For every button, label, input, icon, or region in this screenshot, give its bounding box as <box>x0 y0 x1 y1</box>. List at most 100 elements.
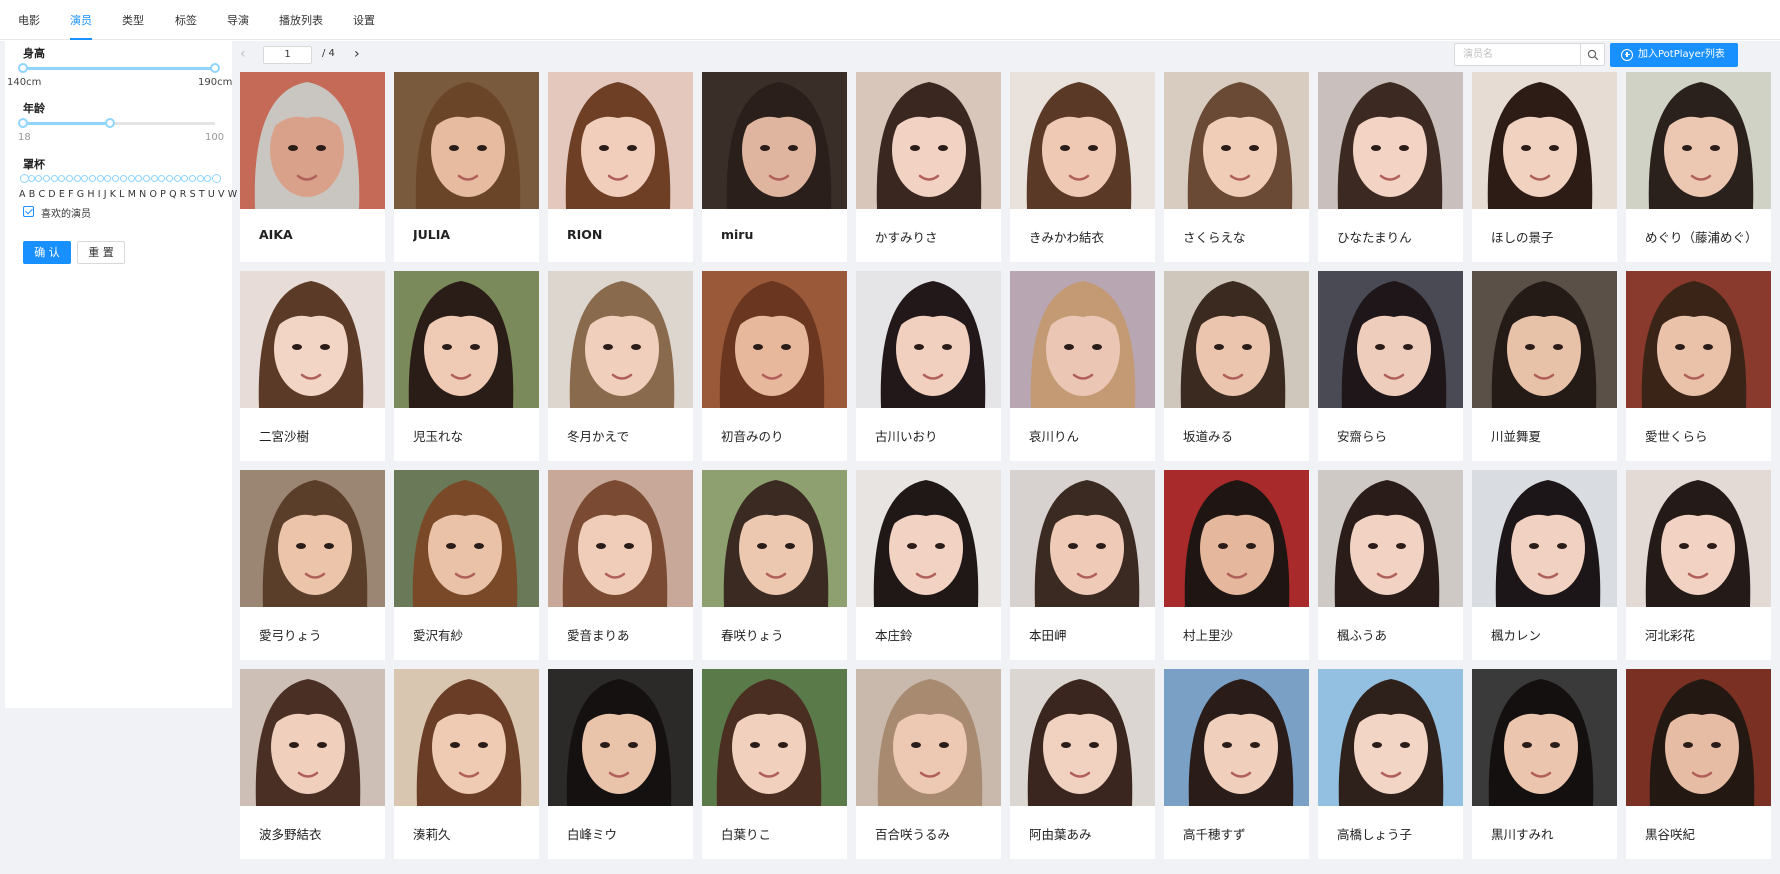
age-min-handle[interactable] <box>18 118 28 128</box>
actor-card[interactable]: 初音みのり <box>702 271 847 461</box>
actor-card[interactable]: ひなたまりん <box>1318 72 1463 262</box>
actor-card[interactable]: めぐり（藤浦めぐ） <box>1626 72 1771 262</box>
actor-card[interactable]: 楓ふうあ <box>1318 470 1463 660</box>
actor-card[interactable]: 児玉れな <box>394 271 539 461</box>
actor-search-input[interactable]: 演员名 <box>1454 43 1581 66</box>
actor-name: miru <box>721 227 754 242</box>
search-icon <box>1587 49 1599 61</box>
cup-dot[interactable] <box>104 175 112 182</box>
nav-tab[interactable]: 类型 <box>122 0 144 40</box>
actor-card[interactable]: 黒川すみれ <box>1472 669 1617 859</box>
actor-card[interactable]: 阿由葉あみ <box>1010 669 1155 859</box>
actor-card[interactable]: 古川いおり <box>856 271 1001 461</box>
actor-card[interactable]: 愛弓りょう <box>240 470 385 660</box>
actor-card[interactable]: AIKA <box>240 72 385 262</box>
actor-card[interactable]: さくらえな <box>1164 72 1309 262</box>
actor-name: 百合咲うるみ <box>875 827 951 842</box>
actor-photo <box>240 470 385 607</box>
nav-tab[interactable]: 演员 <box>70 0 92 40</box>
actor-card[interactable]: 安齋らら <box>1318 271 1463 461</box>
actor-card[interactable]: 白葉りこ <box>702 669 847 859</box>
cup-dot[interactable] <box>50 175 58 182</box>
cup-dot[interactable] <box>27 175 35 182</box>
actor-name: めぐり（藤浦めぐ） <box>1645 230 1758 245</box>
prev-page-icon[interactable]: ‹ <box>240 47 246 61</box>
cup-dot[interactable] <box>58 175 66 182</box>
reset-button[interactable]: 重 置 <box>77 241 125 264</box>
age-max-handle[interactable] <box>104 118 115 128</box>
cup-dot[interactable] <box>188 175 196 182</box>
actor-card[interactable]: 愛沢有紗 <box>394 470 539 660</box>
cup-dot[interactable] <box>96 175 104 182</box>
cup-dot[interactable] <box>127 175 135 182</box>
actor-card[interactable]: JULIA <box>394 72 539 262</box>
actor-card[interactable]: 川並舞夏 <box>1472 271 1617 461</box>
cup-dot[interactable] <box>81 175 89 182</box>
cup-dot[interactable] <box>112 175 120 182</box>
nav-tab[interactable]: 播放列表 <box>279 0 323 40</box>
actor-card[interactable]: 村上里沙 <box>1164 470 1309 660</box>
favorite-checkbox[interactable] <box>23 206 34 217</box>
add-to-potplayer-button[interactable]: 加入PotPlayer列表 <box>1610 43 1738 67</box>
height-min-handle[interactable] <box>18 63 28 73</box>
nav-tab[interactable]: 设置 <box>353 0 375 40</box>
actor-card[interactable]: 波多野結衣 <box>240 669 385 859</box>
actor-card[interactable]: かすみりさ <box>856 72 1001 262</box>
actor-card[interactable]: RION <box>548 72 693 262</box>
cup-dot[interactable] <box>73 175 81 182</box>
actor-card[interactable]: miru <box>702 72 847 262</box>
actor-card[interactable]: 河北彩花 <box>1626 470 1771 660</box>
actor-photo <box>1472 470 1617 607</box>
cup-dot[interactable] <box>173 175 181 182</box>
actor-card[interactable]: 白峰ミウ <box>548 669 693 859</box>
cup-dot[interactable] <box>89 175 97 182</box>
page-number-input[interactable]: 1 <box>263 46 312 64</box>
cup-dot[interactable] <box>150 175 158 182</box>
actor-card[interactable]: 百合咲うるみ <box>856 669 1001 859</box>
favorite-checkbox-label[interactable]: 喜欢的演员 <box>41 205 91 220</box>
actor-photo <box>394 470 539 607</box>
nav-tab[interactable]: 电影 <box>18 0 40 40</box>
actor-card[interactable]: 黒谷咲紀 <box>1626 669 1771 859</box>
actor-card[interactable]: 愛世くらら <box>1626 271 1771 461</box>
cup-dot[interactable] <box>119 175 127 182</box>
actor-photo <box>394 271 539 408</box>
height-max-handle[interactable] <box>210 63 220 73</box>
cup-dot[interactable] <box>204 175 212 182</box>
actor-card[interactable]: 湊莉久 <box>394 669 539 859</box>
actor-card[interactable]: 本庄鈴 <box>856 470 1001 660</box>
actor-card[interactable]: ほしの景子 <box>1472 72 1617 262</box>
cup-dot[interactable] <box>181 175 189 182</box>
actor-name: 本田岬 <box>1029 628 1067 643</box>
next-page-icon[interactable]: › <box>354 47 360 61</box>
search-button[interactable] <box>1580 43 1605 66</box>
cup-dot[interactable] <box>212 174 221 183</box>
cup-dot[interactable] <box>158 175 166 182</box>
cup-dot[interactable] <box>142 175 150 182</box>
nav-tab[interactable]: 导演 <box>227 0 249 40</box>
actor-card[interactable]: きみかわ結衣 <box>1010 72 1155 262</box>
cup-dot[interactable] <box>196 175 204 182</box>
actor-card[interactable]: 本田岬 <box>1010 470 1155 660</box>
actor-card[interactable]: 二宮沙樹 <box>240 271 385 461</box>
actor-photo <box>1472 72 1617 209</box>
confirm-button[interactable]: 确 认 <box>23 241 71 264</box>
actor-card[interactable]: 冬月かえで <box>548 271 693 461</box>
actor-photo <box>1626 669 1771 806</box>
actor-photo <box>548 470 693 607</box>
actor-card[interactable]: 愛音まりあ <box>548 470 693 660</box>
actor-card[interactable]: 高橋しょう子 <box>1318 669 1463 859</box>
actor-card[interactable]: 哀川りん <box>1010 271 1155 461</box>
actor-photo <box>1626 271 1771 408</box>
actor-name: 愛沢有紗 <box>413 628 464 643</box>
cup-dot[interactable] <box>165 175 173 182</box>
cup-dot[interactable] <box>135 175 143 182</box>
cup-dot[interactable] <box>35 175 43 182</box>
nav-tab[interactable]: 标签 <box>175 0 197 40</box>
actor-card[interactable]: 坂道みる <box>1164 271 1309 461</box>
cup-dot[interactable] <box>66 175 74 182</box>
actor-card[interactable]: 楓カレン <box>1472 470 1617 660</box>
cup-dot[interactable] <box>43 175 51 182</box>
actor-card[interactable]: 春咲りょう <box>702 470 847 660</box>
actor-card[interactable]: 高千穂すず <box>1164 669 1309 859</box>
